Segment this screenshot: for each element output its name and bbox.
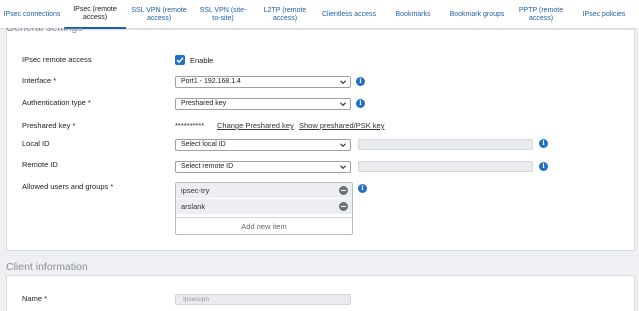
client-information-panel bbox=[6, 275, 635, 311]
allowed-users-list: ipsec-try arslank Add new item bbox=[175, 182, 353, 235]
authentication-type-select[interactable]: Preshared key bbox=[175, 98, 351, 110]
remote-id-info-icon[interactable]: i bbox=[539, 162, 548, 171]
change-preshared-key-link[interactable]: Change Preshared key bbox=[217, 121, 294, 130]
tab-ssl-vpn-remote-access[interactable]: SSL VPN (remote access) bbox=[126, 0, 192, 29]
authentication-type-value: Preshared key bbox=[181, 100, 227, 107]
tab-ipsec-policies[interactable]: IPsec policies bbox=[572, 0, 636, 29]
interface-value: Port1 - 192.168.1.4 bbox=[181, 78, 241, 85]
remote-id-select[interactable]: Select remote ID bbox=[175, 161, 351, 173]
tab-bookmark-groups[interactable]: Bookmark groups bbox=[444, 0, 510, 29]
list-item[interactable]: ipsec-try bbox=[176, 183, 352, 198]
list-item[interactable]: arslank bbox=[176, 199, 352, 214]
remote-id-input bbox=[358, 161, 533, 172]
show-preshared-key-link[interactable]: Show preshared/PSK key bbox=[299, 121, 384, 130]
allowed-users-label: Allowed users and groups * bbox=[22, 182, 114, 191]
authentication-type-label: Authentication type * bbox=[22, 98, 91, 107]
enable-checkbox[interactable] bbox=[175, 55, 185, 65]
tab-bar: IPsec connections IPsec (remote access) … bbox=[0, 0, 639, 29]
allowed-users-info-icon[interactable]: i bbox=[358, 184, 367, 193]
tab-l2tp-remote-access[interactable]: L2TP (remote access) bbox=[254, 0, 316, 29]
authentication-info-icon[interactable]: i bbox=[356, 99, 365, 108]
tab-pptp-remote-access[interactable]: PPTP (remote access) bbox=[510, 0, 572, 29]
client-information-title: Client information bbox=[4, 261, 90, 273]
tab-ipsec-connections[interactable]: IPsec connections bbox=[0, 0, 64, 29]
tab-ipsec-remote-access[interactable]: IPsec (remote access) bbox=[64, 0, 126, 29]
remote-id-value: Select remote ID bbox=[181, 163, 234, 170]
interface-select[interactable]: Port1 - 192.168.1.4 bbox=[175, 76, 351, 88]
tab-ssl-vpn-site-to-site[interactable]: SSL VPN (site-to-site) bbox=[192, 0, 254, 29]
remove-icon[interactable] bbox=[339, 186, 348, 195]
interface-info-icon[interactable]: i bbox=[356, 77, 365, 86]
chevron-down-icon bbox=[340, 80, 346, 85]
name-input[interactable]: Ipsecvpn bbox=[175, 294, 351, 305]
list-item-label: arslank bbox=[181, 202, 206, 211]
remote-id-label: Remote ID bbox=[22, 160, 58, 169]
check-icon bbox=[176, 57, 184, 64]
chevron-down-icon bbox=[340, 143, 346, 148]
local-id-select[interactable]: Select local ID bbox=[175, 139, 351, 151]
local-id-label: Local ID bbox=[22, 139, 50, 148]
name-label: Name * bbox=[22, 294, 48, 303]
remove-icon[interactable] bbox=[339, 202, 348, 211]
tab-bookmarks[interactable]: Bookmarks bbox=[382, 0, 444, 29]
enable-label: Enable bbox=[190, 56, 214, 65]
tab-clientless-access[interactable]: Clientless access bbox=[316, 0, 382, 29]
chevron-down-icon bbox=[340, 165, 346, 170]
preshared-key-mask: ********** bbox=[175, 121, 205, 130]
list-item-label: ipsec-try bbox=[181, 186, 210, 195]
add-new-item-button[interactable]: Add new item bbox=[176, 217, 352, 234]
local-id-value: Select local ID bbox=[181, 141, 226, 148]
local-id-input bbox=[358, 139, 533, 150]
chevron-down-icon bbox=[340, 102, 346, 107]
preshared-key-label: Preshared key * bbox=[22, 121, 76, 130]
local-id-info-icon[interactable]: i bbox=[539, 139, 548, 148]
ipsec-remote-access-label: IPsec remote access bbox=[22, 55, 92, 64]
interface-label: Interface * bbox=[22, 76, 57, 85]
